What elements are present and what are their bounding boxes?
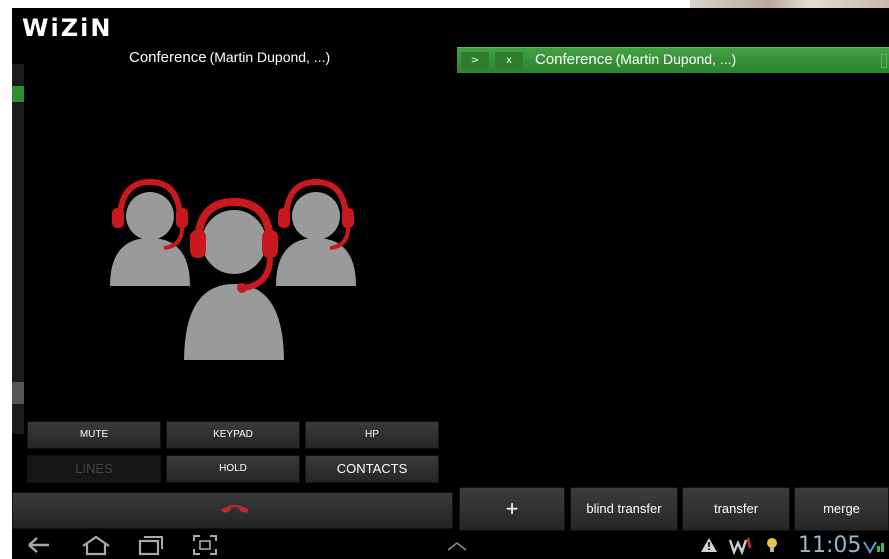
left-person-icon (110, 178, 190, 286)
transfer-button[interactable]: transfer (682, 487, 790, 531)
conference-icon (110, 178, 356, 364)
wifi-icon (863, 541, 884, 554)
bezel-grey-marker (12, 382, 24, 404)
right-person-icon (276, 178, 356, 286)
mute-button[interactable]: MUTE (27, 421, 161, 449)
blind-transfer-button[interactable]: blind transfer (570, 487, 678, 531)
tab-title: Conference (Martin Dupond, ...) (535, 51, 736, 68)
hangup-icon (221, 505, 249, 513)
tab-call-type: Conference (535, 51, 613, 68)
add-call-button[interactable]: + (459, 487, 565, 531)
back-icon[interactable] (26, 534, 52, 556)
warning-icon (701, 538, 717, 552)
wizin-notification-icon (728, 537, 752, 556)
call-type: Conference (129, 49, 207, 66)
screenshot-icon[interactable] (192, 534, 218, 556)
status-clock: 11:05 (798, 533, 862, 558)
tab-scroll-marker (881, 54, 887, 68)
center-person-icon (179, 190, 289, 364)
wizin-logo: WiZiN (22, 14, 113, 42)
bulb-icon (767, 538, 777, 552)
tablet-screen: WiZiN Conference (Martin Dupond, ...) > x… (12, 8, 889, 559)
system-nav-bar: 11:05 (12, 532, 889, 559)
up-chevron-icon[interactable] (446, 540, 468, 552)
left-bezel-strip (12, 64, 24, 434)
contacts-button[interactable]: CONTACTS (305, 455, 439, 483)
tab-participants: (Martin Dupond, ...) (615, 51, 737, 67)
keypad-button[interactable]: KEYPAD (166, 421, 300, 449)
bezel-green-marker (12, 86, 24, 102)
call-participants: (Martin Dupond, ...) (209, 49, 331, 65)
background-photo-corner (690, 0, 889, 8)
recent-apps-icon[interactable] (136, 534, 164, 556)
merge-button[interactable]: merge (794, 487, 889, 531)
call-tab[interactable]: > x Conference (Martin Dupond, ...) (457, 47, 889, 73)
home-icon[interactable] (80, 534, 112, 556)
lines-button[interactable]: LINES (27, 455, 161, 483)
call-title: Conference (Martin Dupond, ...) (129, 49, 330, 66)
hp-button[interactable]: HP (305, 421, 439, 449)
hold-button[interactable]: HOLD (166, 455, 300, 483)
close-tab-button[interactable]: x (495, 52, 523, 70)
expand-tab-button[interactable]: > (461, 52, 489, 70)
hangup-button[interactable] (12, 492, 453, 529)
